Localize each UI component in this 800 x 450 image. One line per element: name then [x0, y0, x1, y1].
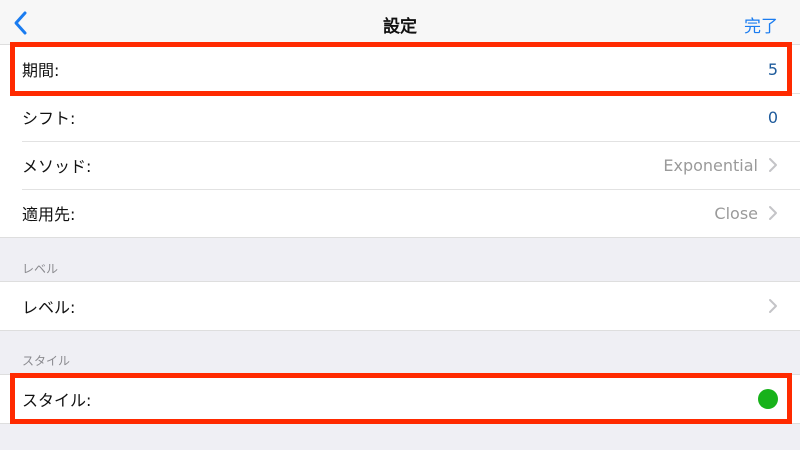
page-title: 設定 — [383, 17, 417, 37]
shift-row[interactable]: シフト: 0 — [0, 93, 800, 141]
period-value: 5 — [767, 59, 778, 79]
levels-row[interactable]: レベル: — [0, 282, 800, 330]
style-color-swatch[interactable] — [758, 389, 778, 409]
period-row[interactable]: 期間: 5 — [0, 45, 800, 93]
chevron-right-icon — [769, 158, 777, 172]
style-group: スタイル: — [0, 374, 800, 424]
levels-label: レベル: — [22, 298, 76, 317]
shift-label: シフト: — [22, 109, 76, 128]
apply-to-label: 適用先: — [22, 205, 76, 224]
chevron-right-icon — [769, 299, 777, 313]
levels-group: レベル: — [0, 281, 800, 331]
period-label: 期間: — [22, 61, 60, 80]
method-value: Exponential — [663, 155, 758, 175]
navigation-bar: 設定 完了 — [0, 0, 800, 47]
done-button[interactable]: 完了 — [744, 12, 778, 37]
parameters-group: 期間: 5 シフト: 0 メソッド: Exponential 適用先: Clos… — [0, 44, 800, 238]
style-row[interactable]: スタイル: — [0, 375, 800, 423]
method-row[interactable]: メソッド: Exponential — [0, 141, 800, 189]
style-label: スタイル: — [22, 391, 92, 410]
apply-to-row[interactable]: 適用先: Close — [0, 189, 800, 237]
chevron-right-icon — [769, 206, 777, 220]
method-label: メソッド: — [22, 157, 92, 176]
levels-section-header: レベル — [22, 262, 59, 276]
shift-value: 0 — [767, 107, 778, 127]
apply-to-value: Close — [714, 203, 758, 223]
style-section-header: スタイル — [22, 354, 71, 368]
